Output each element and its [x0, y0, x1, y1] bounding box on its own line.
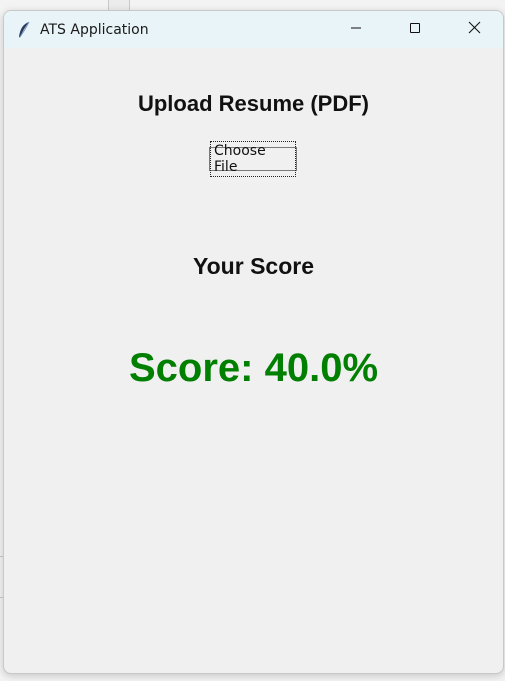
main-content: Upload Resume (PDF) Choose File Your Sco… [4, 48, 503, 673]
minimize-icon [350, 21, 362, 39]
close-icon [468, 21, 481, 39]
title-bar[interactable]: ATS Application [4, 11, 503, 48]
choose-file-label: Choose File [210, 141, 296, 177]
background-window-edge [108, 0, 130, 10]
maximize-button[interactable] [392, 11, 438, 48]
close-button[interactable] [451, 11, 497, 48]
choose-file-button[interactable]: Choose File [209, 141, 297, 177]
upload-heading: Upload Resume (PDF) [137, 91, 370, 116]
score-heading: Your Score [193, 253, 314, 279]
window-title: ATS Application [40, 21, 149, 38]
app-window: ATS Application Upload Resume (PDF) Choo… [3, 10, 504, 674]
maximize-icon [409, 21, 421, 39]
score-display: Score: 40.0% [128, 346, 379, 390]
minimize-button[interactable] [333, 11, 379, 48]
feather-icon [17, 21, 31, 39]
